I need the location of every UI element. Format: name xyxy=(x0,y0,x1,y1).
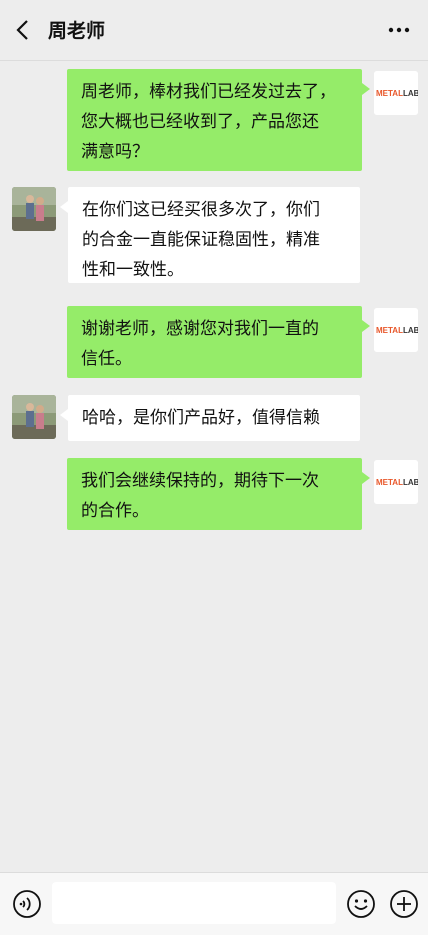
more-dots-icon[interactable] xyxy=(386,18,412,42)
emoji-icon[interactable] xyxy=(346,889,376,919)
chevron-left-icon[interactable] xyxy=(12,18,34,42)
message-bubble-theirs[interactable]: 哈哈，是你们产品好，值得信赖 xyxy=(60,395,360,441)
message-bubble-theirs[interactable]: 在你们这已经买很多次了，你们 的合金一直能保证稳固性，精准 性和一致性。 xyxy=(60,187,360,283)
avatar-metallab-logo[interactable]: METALLAB xyxy=(374,460,418,504)
svg-text:METALLAB: METALLAB xyxy=(376,478,418,487)
chat-area: 周老师，棒材我们已经发过去了， 您大概也已经收到了，产品您还 满意吗？ META… xyxy=(0,61,428,871)
avatar-metallab-logo[interactable]: METALLAB xyxy=(374,308,418,352)
message-bubble-mine[interactable]: 周老师，棒材我们已经发过去了， 您大概也已经收到了，产品您还 满意吗？ xyxy=(67,69,370,171)
metallab-logo-icon: METALLAB xyxy=(374,308,418,352)
input-bar xyxy=(0,872,428,935)
message-bubble-mine[interactable]: 谢谢老师，感谢您对我们一直的 信任。 xyxy=(67,306,370,378)
contact-photo-icon xyxy=(12,187,56,231)
top-bar: 周老师 xyxy=(0,0,428,61)
avatar-metallab-logo[interactable]: METALLAB xyxy=(374,71,418,115)
avatar-contact[interactable] xyxy=(12,187,56,231)
svg-text:METALLAB: METALLAB xyxy=(376,89,418,98)
avatar-contact[interactable] xyxy=(12,395,56,439)
metallab-logo-icon: METALLAB xyxy=(374,460,418,504)
contact-photo-icon xyxy=(12,395,56,439)
message-bubble-mine[interactable]: 我们会继续保持的，期待下一次 的合作。 xyxy=(67,458,370,530)
plus-icon[interactable] xyxy=(389,889,419,919)
metallab-logo-icon: METALLAB xyxy=(374,71,418,115)
voice-icon[interactable] xyxy=(12,889,42,919)
message-input[interactable] xyxy=(52,882,336,924)
svg-text:METALLAB: METALLAB xyxy=(376,326,418,335)
chat-title: 周老师 xyxy=(48,20,106,42)
